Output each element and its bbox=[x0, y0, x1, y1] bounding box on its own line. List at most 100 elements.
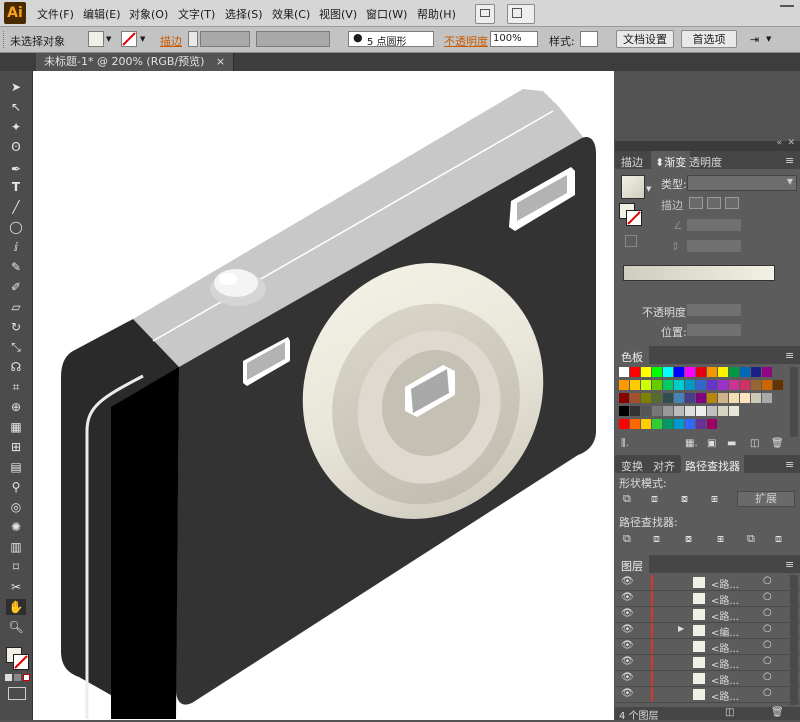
scale-tool-icon[interactable]: ⤡ bbox=[6, 339, 26, 355]
color-swatch[interactable] bbox=[729, 393, 739, 403]
menu-type[interactable]: 文字(T) bbox=[178, 6, 215, 22]
color-swatch[interactable] bbox=[685, 419, 695, 429]
chevron-down-icon[interactable]: ▼ bbox=[646, 185, 651, 193]
color-swatch[interactable] bbox=[707, 406, 717, 416]
color-swatch[interactable] bbox=[619, 419, 629, 429]
color-swatch[interactable] bbox=[641, 393, 651, 403]
preferences-button[interactable]: 首选项 bbox=[681, 30, 737, 48]
tab-pathfinder[interactable]: 路径查找器 bbox=[681, 455, 744, 477]
target-circle-icon[interactable]: ○ bbox=[763, 607, 772, 618]
color-swatch[interactable] bbox=[707, 380, 717, 390]
color-swatch[interactable] bbox=[641, 380, 651, 390]
color-swatch[interactable] bbox=[652, 380, 662, 390]
variable-width-profile[interactable] bbox=[256, 31, 330, 47]
color-swatch[interactable] bbox=[652, 367, 662, 377]
tab-align[interactable]: 对齐 bbox=[653, 458, 675, 474]
trim-icon[interactable]: ⧈ bbox=[653, 532, 660, 546]
blend-tool-icon[interactable]: ◎ bbox=[6, 499, 26, 515]
graphic-style-swatch[interactable] bbox=[580, 31, 598, 47]
color-swatch[interactable] bbox=[762, 380, 772, 390]
color-swatch[interactable] bbox=[729, 380, 739, 390]
color-swatch[interactable] bbox=[729, 406, 739, 416]
arrange-documents-button[interactable]: ▼ bbox=[507, 4, 535, 35]
blob-brush-tool-icon[interactable]: ✐ bbox=[6, 279, 26, 295]
color-swatch[interactable] bbox=[663, 393, 673, 403]
aspect-ratio-input[interactable] bbox=[687, 240, 741, 252]
visibility-eye-icon[interactable]: 👁︎ bbox=[621, 624, 634, 635]
outline-icon[interactable]: ⧉ bbox=[747, 532, 755, 546]
menu-edit[interactable]: 编辑(E) bbox=[83, 6, 121, 22]
color-swatch[interactable] bbox=[696, 406, 706, 416]
panel-menu-icon[interactable]: ≡ bbox=[785, 154, 794, 167]
color-swatch[interactable] bbox=[641, 419, 651, 429]
color-swatch[interactable] bbox=[652, 393, 662, 403]
layer-row[interactable]: 👁︎ <路... ○ bbox=[615, 591, 800, 607]
panel-menu-icon[interactable]: ≡ bbox=[785, 558, 794, 571]
document-settings-button[interactable]: 文档设置 bbox=[616, 30, 674, 48]
color-swatch[interactable] bbox=[663, 419, 673, 429]
visibility-eye-icon[interactable]: 👁︎ bbox=[621, 576, 634, 587]
lasso-tool-icon[interactable]: ʘ bbox=[6, 139, 26, 155]
color-swatch[interactable] bbox=[630, 393, 640, 403]
color-mode-icon[interactable] bbox=[5, 674, 12, 681]
pen-tool-icon[interactable]: ✒ bbox=[6, 161, 26, 177]
color-swatch[interactable] bbox=[718, 380, 728, 390]
color-swatch[interactable] bbox=[685, 393, 695, 403]
color-swatch[interactable] bbox=[674, 367, 684, 377]
color-swatch[interactable] bbox=[718, 393, 728, 403]
fill-color-swatch[interactable] bbox=[88, 31, 104, 47]
color-swatch[interactable] bbox=[729, 367, 739, 377]
tab-stroke[interactable]: 描边 bbox=[621, 154, 643, 170]
menu-select[interactable]: 选择(S) bbox=[225, 6, 263, 22]
document-tab[interactable]: 未标题-1* @ 200% (RGB/预览) × bbox=[36, 53, 235, 71]
gradient-slider[interactable] bbox=[623, 265, 775, 281]
stroke-gradient-across-icon[interactable] bbox=[725, 197, 739, 209]
type-tool-icon[interactable]: T bbox=[6, 179, 26, 195]
minus-back-icon[interactable]: ⧈ bbox=[775, 532, 782, 546]
color-swatch[interactable] bbox=[674, 380, 684, 390]
color-swatch[interactable] bbox=[762, 393, 772, 403]
color-swatch[interactable] bbox=[663, 380, 673, 390]
swatch-options-icon[interactable]: ▣ bbox=[707, 438, 716, 449]
rotate-tool-icon[interactable]: ↻ bbox=[6, 319, 26, 335]
target-circle-icon[interactable]: ○ bbox=[763, 575, 772, 586]
color-swatch[interactable] bbox=[641, 367, 651, 377]
swatches-scrollbar[interactable] bbox=[790, 367, 798, 437]
color-swatch[interactable] bbox=[740, 367, 750, 377]
minimize-icon[interactable] bbox=[780, 5, 794, 7]
shape-builder-tool-icon[interactable]: ⊕ bbox=[6, 399, 26, 415]
reverse-gradient-icon[interactable] bbox=[625, 235, 637, 247]
color-swatch[interactable] bbox=[630, 380, 640, 390]
color-swatch[interactable] bbox=[619, 367, 629, 377]
color-swatch[interactable] bbox=[674, 393, 684, 403]
color-swatch[interactable] bbox=[718, 406, 728, 416]
layer-row[interactable]: 👁︎ <路... ○ bbox=[615, 639, 800, 655]
color-swatch[interactable] bbox=[773, 380, 783, 390]
chevron-down-icon[interactable]: ▼ bbox=[766, 35, 771, 43]
color-swatch[interactable] bbox=[630, 406, 640, 416]
color-swatch[interactable] bbox=[685, 406, 695, 416]
visibility-eye-icon[interactable]: 👁︎ bbox=[621, 640, 634, 651]
color-swatch[interactable] bbox=[707, 367, 717, 377]
merge-icon[interactable]: ⧇ bbox=[685, 532, 692, 546]
color-swatch[interactable] bbox=[630, 367, 640, 377]
zoom-tool-icon[interactable]: 🔍︎ bbox=[6, 619, 26, 635]
artboard-canvas[interactable] bbox=[33, 71, 614, 720]
layer-row[interactable]: 👁︎ <路... ○ bbox=[615, 655, 800, 671]
tab-swatches[interactable]: 色板 bbox=[615, 346, 649, 368]
color-swatch[interactable] bbox=[751, 367, 761, 377]
color-swatch[interactable] bbox=[751, 393, 761, 403]
unite-icon[interactable]: ⧉ bbox=[623, 492, 631, 506]
layer-row[interactable]: 👁︎ <路... ○ bbox=[615, 607, 800, 623]
visibility-eye-icon[interactable]: 👁︎ bbox=[621, 688, 634, 699]
angle-input[interactable] bbox=[687, 219, 741, 231]
intersect-icon[interactable]: ⧇ bbox=[681, 492, 688, 506]
artboard-tool-icon[interactable]: ⌑ bbox=[6, 559, 26, 575]
color-swatch[interactable] bbox=[740, 393, 750, 403]
none-mode-icon[interactable] bbox=[23, 674, 30, 681]
crop-icon[interactable]: ⧆ bbox=[717, 532, 724, 546]
new-color-group-icon[interactable]: ▬ bbox=[727, 438, 736, 449]
color-swatch[interactable] bbox=[762, 367, 772, 377]
visibility-eye-icon[interactable]: 👁︎ bbox=[621, 592, 634, 603]
color-swatch[interactable] bbox=[630, 419, 640, 429]
